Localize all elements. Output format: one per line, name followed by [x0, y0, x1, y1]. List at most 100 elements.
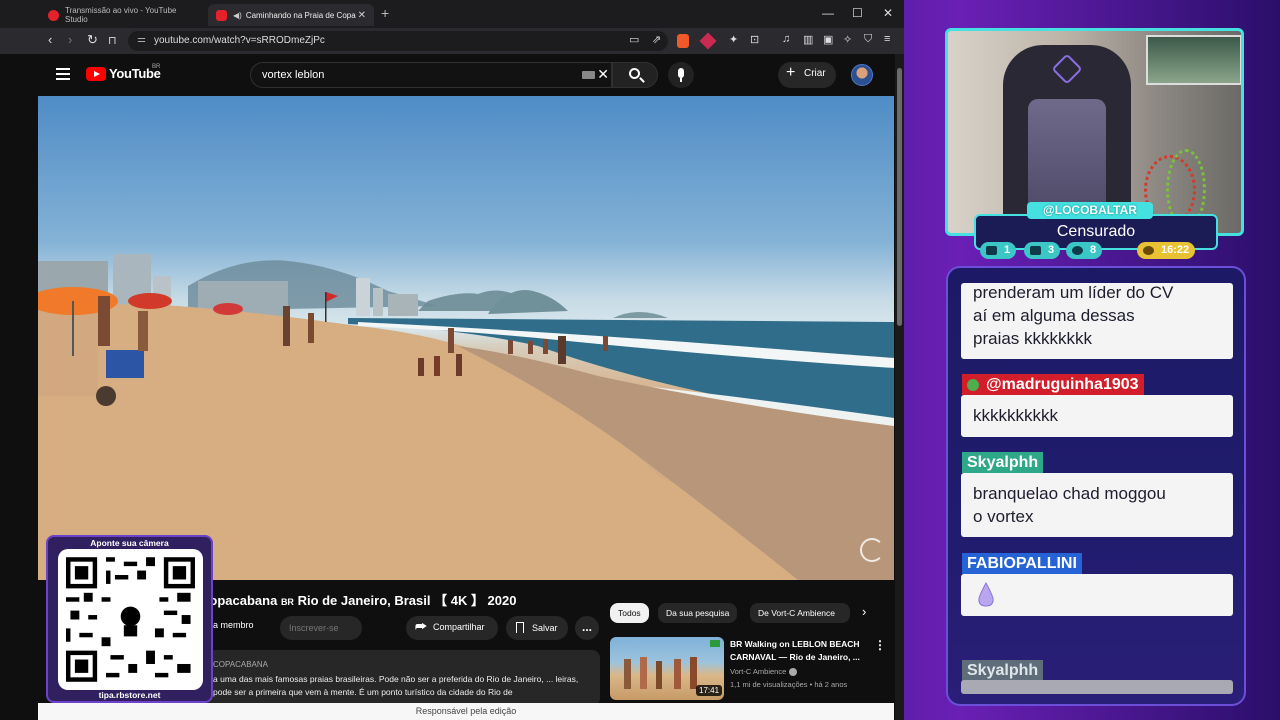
- bookmark-icon[interactable]: ⊓: [108, 34, 117, 47]
- subscribe-button[interactable]: Inscrever-se: [280, 616, 362, 640]
- maximize-icon[interactable]: ☐: [852, 6, 863, 20]
- chip-all[interactable]: Todos: [610, 603, 649, 623]
- url-field[interactable]: ⚌ youtube.com/watch?v=sRRODmeZjPc: [128, 31, 668, 51]
- stat-uptime: 16:22: [1137, 242, 1196, 259]
- brazil-flag-icon: [710, 640, 720, 647]
- back-icon[interactable]: ‹: [48, 32, 52, 47]
- close-window-icon[interactable]: ✕: [883, 6, 893, 20]
- viewers-icon: [1072, 246, 1083, 255]
- avatar[interactable]: [851, 64, 873, 86]
- chat-message: prenderam um líder do CV aí em alguma de…: [961, 283, 1233, 359]
- vpn-icon[interactable]: ⛉: [864, 33, 872, 46]
- screenshot-icon[interactable]: ⊡: [750, 33, 759, 46]
- forward-icon[interactable]: ›: [68, 32, 72, 47]
- video-player[interactable]: [38, 96, 894, 580]
- cast-icon[interactable]: ▭: [629, 33, 639, 46]
- chat-line: aí em alguma dessas: [973, 306, 1135, 325]
- media-icon[interactable]: ♫: [782, 33, 790, 45]
- url-text: youtube.com/watch?v=sRRODmeZjPc: [154, 35, 325, 46]
- scrollbar-thumb[interactable]: [897, 68, 902, 326]
- create-button[interactable]: + Criar: [778, 62, 836, 88]
- video-title: Copacabana BR Rio de Janeiro, Brasil 【 4…: [200, 590, 516, 609]
- search-button[interactable]: [612, 62, 658, 88]
- stat-youtube-value: 3: [1048, 244, 1055, 256]
- chip-from-channel[interactable]: De Vort-C Ambience: [750, 603, 850, 623]
- chat-username-badge: @madruguinha1903: [962, 374, 1144, 395]
- tune-icon[interactable]: ⚌: [137, 34, 146, 45]
- youtube-header: YouTube BR vortex leblon ✕ + Criar: [38, 54, 894, 96]
- keyboard-icon[interactable]: [582, 71, 595, 79]
- chat-username: Skyalphh: [967, 662, 1039, 679]
- search-input[interactable]: vortex leblon ✕: [250, 62, 612, 88]
- member-badge-icon: [967, 379, 979, 391]
- recommendation-meta: 1,1 mi de visualizações • há 2 anos: [730, 680, 848, 689]
- chat-line: praias kkkkkkkk: [973, 329, 1093, 348]
- wallet-icon[interactable]: ▣: [823, 33, 833, 46]
- description-text: a uma das mais famosas praias brasileira…: [213, 674, 579, 697]
- chat-username-badge: Skyalphh: [962, 452, 1044, 473]
- qr-top-text: Aponte sua câmera: [90, 538, 169, 548]
- share-label: Compartilhar: [433, 622, 485, 632]
- youtube-logo-icon[interactable]: [86, 67, 106, 81]
- speaker-icon[interactable]: ◀): [233, 11, 242, 20]
- rewards-icon[interactable]: [699, 32, 717, 50]
- hamburger-menu-icon[interactable]: [56, 68, 70, 80]
- chat-icon: [986, 246, 997, 255]
- chip-from-search[interactable]: Da sua pesquisa: [658, 603, 738, 623]
- tab-youtube-studio[interactable]: Transmissão ao vivo - YouTube Studio: [40, 4, 205, 26]
- recommendation-duration: 17:41: [696, 685, 723, 696]
- stat-chat-value: 1: [1004, 244, 1011, 256]
- minimize-icon[interactable]: —: [822, 6, 834, 20]
- share-button[interactable]: ⮫ Compartilhar: [406, 616, 498, 640]
- recommendation-channel[interactable]: Vort-C Ambience: [730, 667, 798, 677]
- sidebar-icon[interactable]: ▥: [803, 33, 813, 46]
- qr-panel: Aponte sua câmera tipa.rbstore.net: [46, 535, 213, 703]
- search-icon: [629, 68, 640, 79]
- youtube-icon: [216, 9, 227, 21]
- recommendation-title[interactable]: BR Walking on LEBLON BEACH CARNAVAL — Ri…: [730, 638, 864, 664]
- tab-active-video[interactable]: ◀) Caminhando na Praia de Copacabana ✕: [208, 4, 374, 26]
- beach-scene: [38, 254, 894, 580]
- extensions-icon[interactable]: ✦: [729, 33, 738, 46]
- menu-icon[interactable]: ≡: [884, 33, 890, 45]
- chat-username: FABIOPALLINI: [967, 555, 1077, 572]
- youtube-icon: [1030, 246, 1041, 255]
- more-actions-button[interactable]: ...: [575, 616, 599, 640]
- chat-message: kkkkkkkkkk: [961, 395, 1233, 437]
- new-tab-icon[interactable]: +: [381, 5, 389, 21]
- page-scrollbar[interactable]: [895, 54, 904, 720]
- reload-icon[interactable]: ↻: [87, 32, 98, 48]
- chat-username: Skyalphh: [967, 454, 1039, 471]
- chat-username-badge: Skyalphh: [962, 660, 1044, 681]
- save-label: Salvar: [532, 623, 558, 633]
- streamer-username: @LOCOBALTAR: [1027, 202, 1153, 219]
- stat-chat: 1: [980, 242, 1017, 259]
- qr-card: [58, 549, 203, 690]
- youtube-studio-icon: [48, 9, 59, 21]
- share-icon[interactable]: ⇗: [652, 33, 661, 46]
- recommendation-menu-icon[interactable]: ⋮: [874, 638, 886, 652]
- chat-line: prenderam um líder do CV: [973, 283, 1174, 302]
- share-arrow-icon: ⮫: [415, 619, 428, 634]
- leo-icon[interactable]: ✧: [843, 33, 852, 46]
- tab-title: Caminhando na Praia de Copacabana: [245, 10, 356, 20]
- chevron-right-icon[interactable]: ›: [862, 604, 866, 619]
- clear-search-icon[interactable]: ✕: [597, 66, 609, 83]
- create-label: Criar: [804, 68, 826, 79]
- emote-drop-icon: [978, 582, 994, 607]
- qr-bottom-text: tipa.rbstore.net: [98, 690, 161, 700]
- loading-spinner-icon: [860, 538, 884, 562]
- video-title-country: BR: [280, 597, 294, 607]
- description-channel: COPACABANA: [213, 660, 268, 669]
- save-button[interactable]: Salvar: [506, 616, 568, 640]
- verified-icon: [789, 668, 798, 677]
- chat-message: [961, 574, 1233, 616]
- tab-bar: Transmissão ao vivo - YouTube Studio ◀) …: [0, 0, 904, 28]
- brave-shield-icon[interactable]: [677, 34, 689, 48]
- qr-code-icon: [66, 557, 195, 682]
- clock-icon: [1143, 246, 1154, 255]
- close-tab-icon[interactable]: ✕: [358, 10, 366, 21]
- voice-search-icon[interactable]: [668, 62, 694, 88]
- editor-credit-bar: Responsável pela edição: [38, 703, 894, 720]
- plus-icon: +: [786, 64, 796, 81]
